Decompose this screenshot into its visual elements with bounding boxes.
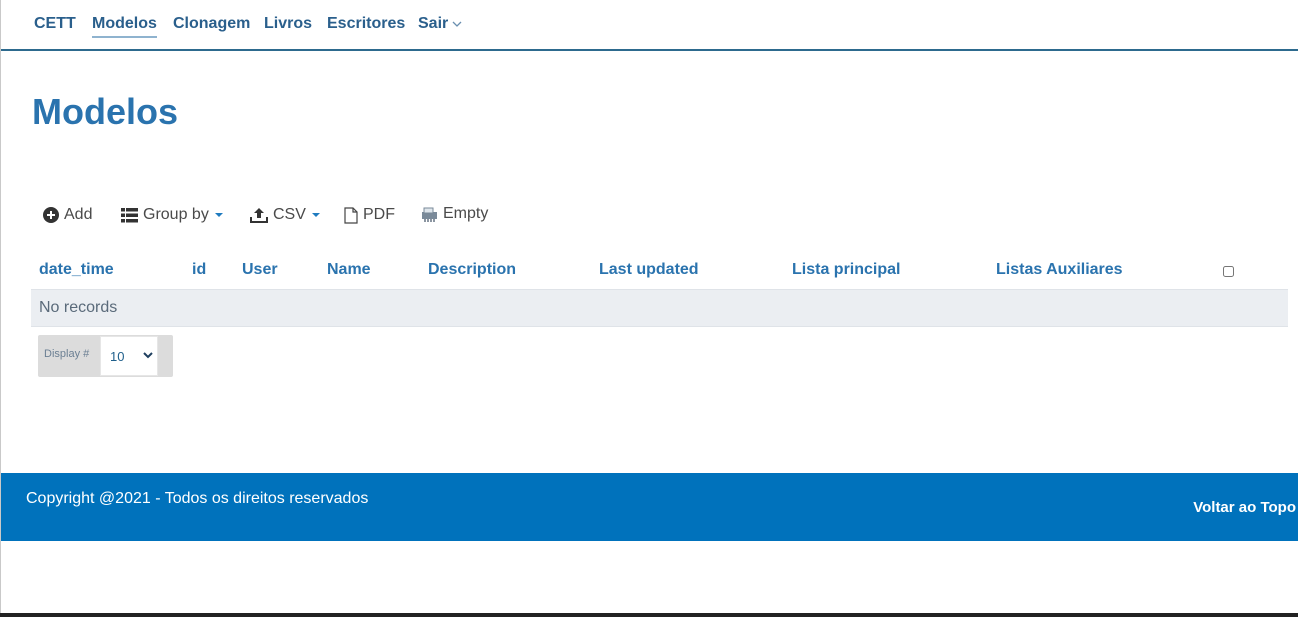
window-bottom-border bbox=[0, 613, 1298, 617]
csv-label: CSV bbox=[273, 206, 306, 223]
nav-item-modelos[interactable]: Modelos bbox=[92, 14, 157, 38]
plus-circle-icon bbox=[43, 207, 59, 223]
display-label: Display # bbox=[44, 348, 90, 360]
group-by-button[interactable]: Group by bbox=[121, 204, 223, 226]
column-header-description[interactable]: Description bbox=[428, 260, 516, 280]
select-all-checkbox[interactable] bbox=[1223, 266, 1234, 277]
shredder-icon bbox=[422, 207, 437, 222]
chevron-down-icon bbox=[143, 352, 153, 359]
list-icon bbox=[121, 207, 138, 222]
back-to-top-link[interactable]: Voltar ao Topo bbox=[1193, 498, 1296, 518]
page-size-value: 10 bbox=[110, 349, 125, 364]
nav-item-escritores[interactable]: Escritores bbox=[327, 14, 405, 34]
page-footer: Copyright @2021 - Todos os direitos rese… bbox=[1, 473, 1298, 541]
pdf-label: PDF bbox=[363, 206, 395, 223]
copyright-text: Copyright @2021 - Todos os direitos rese… bbox=[26, 490, 369, 507]
empty-button[interactable]: Empty bbox=[421, 203, 488, 225]
caret-down-icon bbox=[311, 213, 320, 217]
page-size-select[interactable]: 10 bbox=[100, 336, 158, 376]
column-header-name[interactable]: Name bbox=[327, 260, 371, 280]
table-header-row: date_time id User Name Description Last … bbox=[31, 252, 1288, 290]
add-label: Add bbox=[64, 206, 93, 223]
top-navbar: CETT Modelos Clonagem Livros Escritores … bbox=[1, 0, 1298, 51]
no-records-text: No records bbox=[39, 299, 118, 316]
nav-brand-link[interactable]: CETT bbox=[34, 14, 76, 34]
page-size-control: Display # 10 bbox=[38, 335, 173, 377]
chevron-down-icon bbox=[452, 21, 462, 27]
column-header-id[interactable]: id bbox=[192, 260, 206, 280]
csv-export-button[interactable]: CSV bbox=[250, 204, 320, 226]
upload-icon bbox=[250, 208, 268, 223]
nav-item-clonagem[interactable]: Clonagem bbox=[173, 14, 250, 34]
group-by-label: Group by bbox=[143, 206, 209, 223]
page-title: Modelos bbox=[32, 91, 179, 132]
file-icon bbox=[344, 206, 358, 224]
column-header-user[interactable]: User bbox=[242, 260, 278, 280]
pdf-export-button[interactable]: PDF bbox=[344, 204, 395, 226]
column-header-lista-principal[interactable]: Lista principal bbox=[792, 260, 900, 280]
nav-item-sair-label: Sair bbox=[418, 15, 449, 32]
column-header-date-time[interactable]: date_time bbox=[39, 260, 114, 280]
add-button[interactable]: Add bbox=[43, 204, 92, 226]
empty-label: Empty bbox=[443, 205, 489, 222]
column-header-last-updated[interactable]: Last updated bbox=[599, 260, 699, 280]
caret-down-icon bbox=[214, 213, 223, 217]
column-header-listas-auxiliares[interactable]: Listas Auxiliares bbox=[996, 260, 1123, 280]
nav-item-sair-dropdown[interactable]: Sair bbox=[418, 14, 462, 34]
nav-item-livros[interactable]: Livros bbox=[264, 14, 312, 34]
empty-table-row: No records bbox=[31, 290, 1288, 327]
